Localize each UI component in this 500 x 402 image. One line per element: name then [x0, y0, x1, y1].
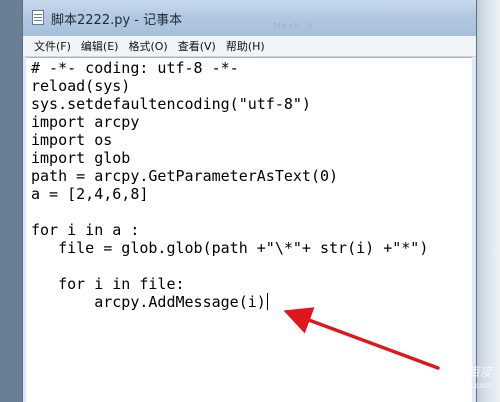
- red-arrow-annotation: [283, 307, 440, 370]
- watermark-url: jingyan.baidu.com: [418, 381, 492, 390]
- watermark-text: Bai 百度: [445, 365, 492, 379]
- watermark-logo: Bai 百度 jingyan.baidu.com: [418, 366, 492, 392]
- arrow-shaft: [283, 307, 440, 370]
